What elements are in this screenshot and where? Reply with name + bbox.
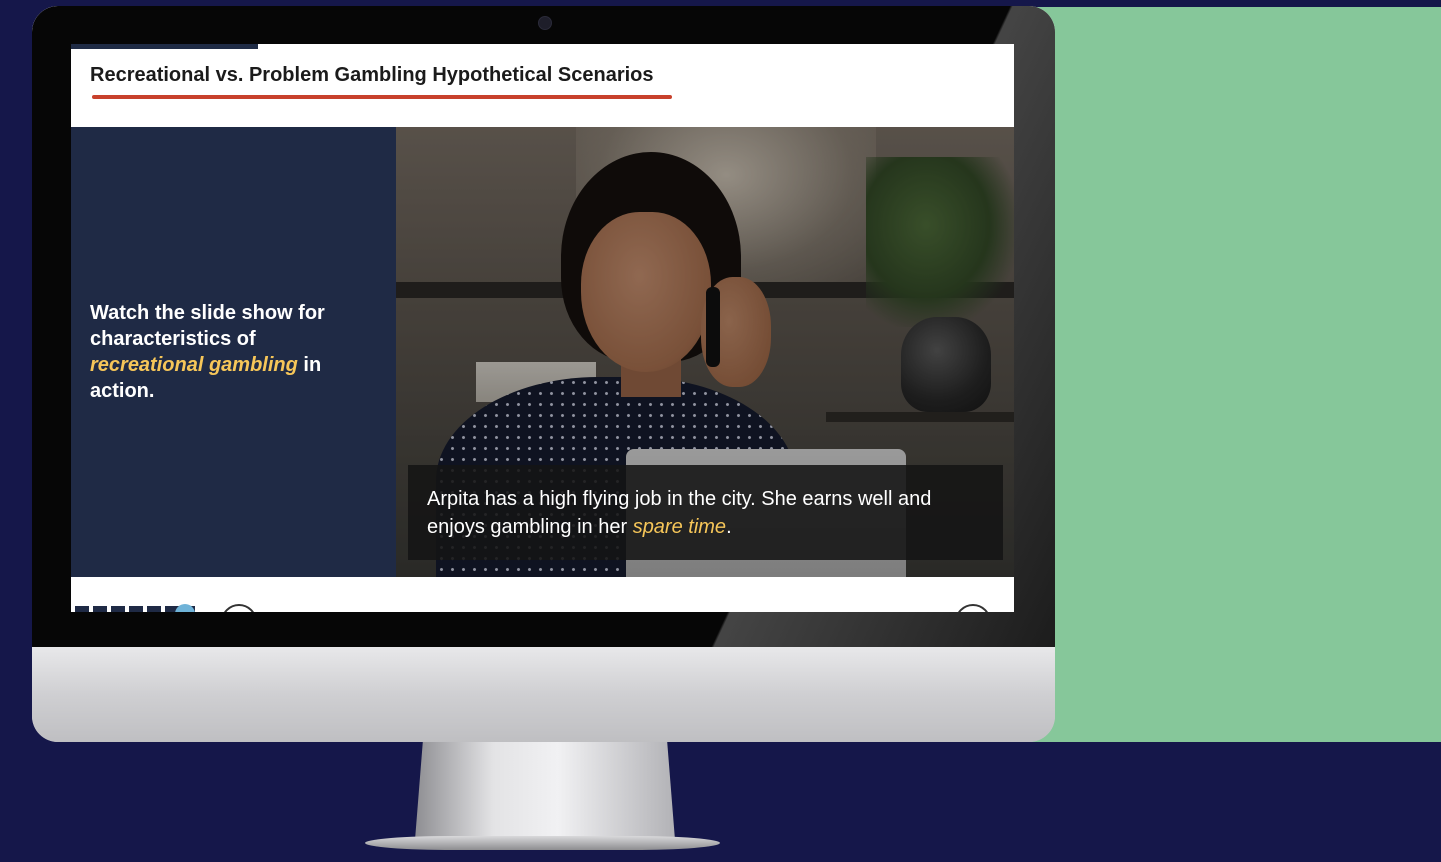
instruction-text-part1: Watch the slide show for characteristics…	[90, 302, 325, 350]
previous-slide-button[interactable]	[221, 604, 257, 612]
next-slide-button[interactable]	[955, 604, 991, 612]
caption-text: Arpita has a high flying job in the city…	[427, 485, 987, 541]
caption-highlight: spare time	[632, 516, 727, 538]
monitor-chin	[32, 647, 1055, 742]
slide-title: Recreational vs. Problem Gambling Hypoth…	[90, 64, 654, 86]
side-panel	[1020, 7, 1441, 742]
caption-text-part2: .	[726, 516, 732, 538]
monitor-stand	[415, 742, 675, 840]
caption-box: Arpita has a high flying job in the city…	[408, 465, 1003, 560]
instruction-text: Watch the slide show for characteristics…	[90, 300, 370, 404]
webcam-icon	[538, 16, 552, 30]
title-underline	[92, 95, 672, 99]
course-slide: Recreational vs. Problem Gambling Hypoth…	[71, 44, 1014, 612]
monitor-stand-base	[365, 836, 720, 850]
instruction-highlight: recreational gambling	[90, 354, 298, 376]
instruction-panel: Watch the slide show for characteristics…	[71, 127, 396, 577]
progress-accent-bar	[71, 44, 258, 49]
slide-footer	[71, 577, 1014, 612]
scenario-photo: Arpita has a high flying job in the city…	[396, 127, 1014, 577]
